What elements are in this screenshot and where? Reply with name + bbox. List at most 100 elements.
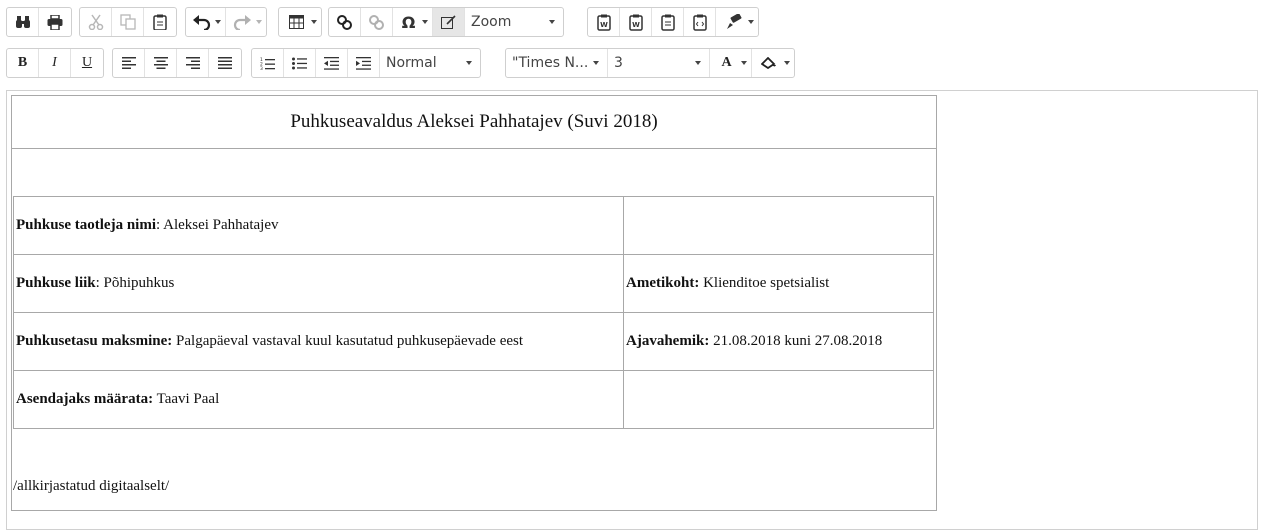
align-justify-icon — [218, 57, 232, 69]
find-button[interactable] — [7, 8, 39, 36]
align-justify-button[interactable] — [209, 49, 241, 77]
font-family-select[interactable]: "Times N... — [506, 49, 608, 77]
format-select[interactable]: Normal — [380, 49, 480, 77]
binoculars-icon — [15, 16, 30, 28]
redo-button[interactable] — [226, 8, 266, 36]
unlink-button[interactable] — [361, 8, 393, 36]
numbered-list-icon: 123 — [260, 57, 275, 70]
table-icon — [288, 15, 304, 29]
table-cell[interactable]: Puhkuse liik: Põhipuhkus — [13, 254, 624, 313]
cut-button[interactable] — [80, 8, 112, 36]
editor-toolbar: Ω Zoom W W B I U 1 2 3 Normal "Times N..… — [0, 0, 1264, 88]
italic-button[interactable]: I — [39, 49, 71, 77]
align-left-icon — [121, 57, 136, 69]
field-label: Asendajaks määrata: — [16, 391, 154, 407]
table-cell[interactable]: Puhkuse taotleja nimi: Aleksei Pahhataje… — [13, 196, 624, 255]
scissors-icon — [88, 14, 103, 30]
table-row: Asendajaks määrata: Taavi Paal — [13, 370, 934, 429]
font-size-label: 3 — [614, 55, 623, 71]
svg-text:W: W — [632, 21, 640, 29]
clipboard-icon — [153, 14, 167, 30]
toolbar-group-lists: 123 Normal — [251, 48, 481, 78]
edit-document-icon — [441, 14, 456, 29]
underline-button[interactable]: U — [71, 49, 103, 77]
paste-plain-button[interactable] — [652, 8, 684, 36]
undo-button[interactable] — [186, 8, 226, 36]
copy-button[interactable] — [112, 8, 144, 36]
align-right-icon — [185, 57, 200, 69]
paste-word-button[interactable]: W — [588, 8, 620, 36]
table-cell[interactable] — [623, 370, 934, 429]
field-value: Klienditoe spetsialist — [699, 275, 830, 291]
highlight-color-button[interactable] — [752, 49, 794, 77]
indent-icon — [356, 56, 371, 70]
undo-icon — [192, 15, 210, 30]
align-left-button[interactable] — [113, 49, 145, 77]
redo-icon — [233, 15, 251, 30]
toolbar-group-font: "Times N... 3 A — [505, 48, 795, 78]
paint-brush-icon — [726, 14, 741, 29]
field-label: Puhkuse taotleja nimi — [16, 217, 157, 233]
clipboard-word-icon: W — [596, 14, 611, 31]
indent-button[interactable] — [348, 49, 380, 77]
paste-text-button[interactable]: W — [620, 8, 652, 36]
field-label: Ajavahemik: — [626, 333, 710, 349]
chevron-down-icon — [741, 61, 747, 65]
underline-icon: U — [81, 55, 93, 70]
special-char-button[interactable]: Ω — [393, 8, 433, 36]
chevron-down-icon — [256, 20, 262, 24]
clipboard-code-icon — [692, 14, 707, 31]
chevron-down-icon — [748, 20, 754, 24]
chevron-down-icon — [695, 61, 701, 65]
toolbar-group-clipboard — [79, 7, 177, 37]
field-label: Puhkuse liik — [16, 275, 96, 291]
bold-button[interactable]: B — [7, 49, 39, 77]
font-size-select[interactable]: 3 — [608, 49, 710, 77]
table-button[interactable] — [279, 8, 321, 36]
numbered-list-button[interactable]: 123 — [252, 49, 284, 77]
bullet-list-icon — [292, 57, 307, 69]
toolbar-group-insert: Ω Zoom — [328, 7, 564, 37]
toolbar-group-find-print — [6, 7, 72, 37]
preview-button[interactable] — [433, 8, 465, 36]
clipboard-word-icon: W — [628, 14, 643, 31]
document-title: Puhkuseavaldus Aleksei Pahhatajev (Suvi … — [12, 96, 936, 149]
bold-icon: B — [17, 55, 28, 70]
table-cell[interactable]: Ajavahemik: 21.08.2018 kuni 27.08.2018 — [623, 312, 934, 371]
copy-icon — [119, 14, 136, 30]
toolbar-group-align — [112, 48, 242, 78]
chevron-down-icon — [215, 20, 221, 24]
table-cell[interactable]: Puhkusetasu maksmine: Palgapäeval vastav… — [13, 312, 624, 371]
format-painter-button[interactable] — [716, 8, 758, 36]
font-family-label: "Times N... — [512, 55, 589, 71]
field-value: Põhipuhkus — [99, 275, 175, 291]
paste-html-button[interactable] — [684, 8, 716, 36]
text-color-button[interactable]: A — [710, 49, 752, 77]
table-cell[interactable]: Asendajaks määrata: Taavi Paal — [13, 370, 624, 429]
highlighter-icon — [761, 57, 776, 69]
table-row: Puhkuse liik: Põhipuhkus Ametikoht: Klie… — [13, 254, 934, 313]
toolbar-group-table — [278, 7, 322, 37]
field-value: Palgapäeval vastaval kuul kasutatud puhk… — [172, 333, 524, 349]
chevron-down-icon — [311, 20, 317, 24]
svg-text:W: W — [600, 21, 608, 29]
bullet-list-button[interactable] — [284, 49, 316, 77]
text-color-icon: A — [721, 55, 732, 70]
outdent-icon — [324, 56, 339, 70]
field-label: Ametikoht: — [626, 275, 700, 291]
align-right-button[interactable] — [177, 49, 209, 77]
table-cell[interactable]: Ametikoht: Klienditoe spetsialist — [623, 254, 934, 313]
paste-button[interactable] — [144, 8, 176, 36]
editor-content-area[interactable]: Puhkuseavaldus Aleksei Pahhatajev (Suvi … — [6, 90, 1258, 530]
zoom-label: Zoom — [471, 14, 512, 30]
table-cell[interactable] — [623, 196, 934, 255]
zoom-select[interactable]: Zoom — [465, 8, 563, 36]
link-button[interactable] — [329, 8, 361, 36]
field-label: Puhkusetasu maksmine: — [16, 333, 173, 349]
unlink-icon — [369, 14, 384, 30]
toolbar-group-text-style: B I U — [6, 48, 104, 78]
print-button[interactable] — [39, 8, 71, 36]
info-table: Puhkuse taotleja nimi: Aleksei Pahhataje… — [13, 196, 934, 429]
align-center-button[interactable] — [145, 49, 177, 77]
outdent-button[interactable] — [316, 49, 348, 77]
